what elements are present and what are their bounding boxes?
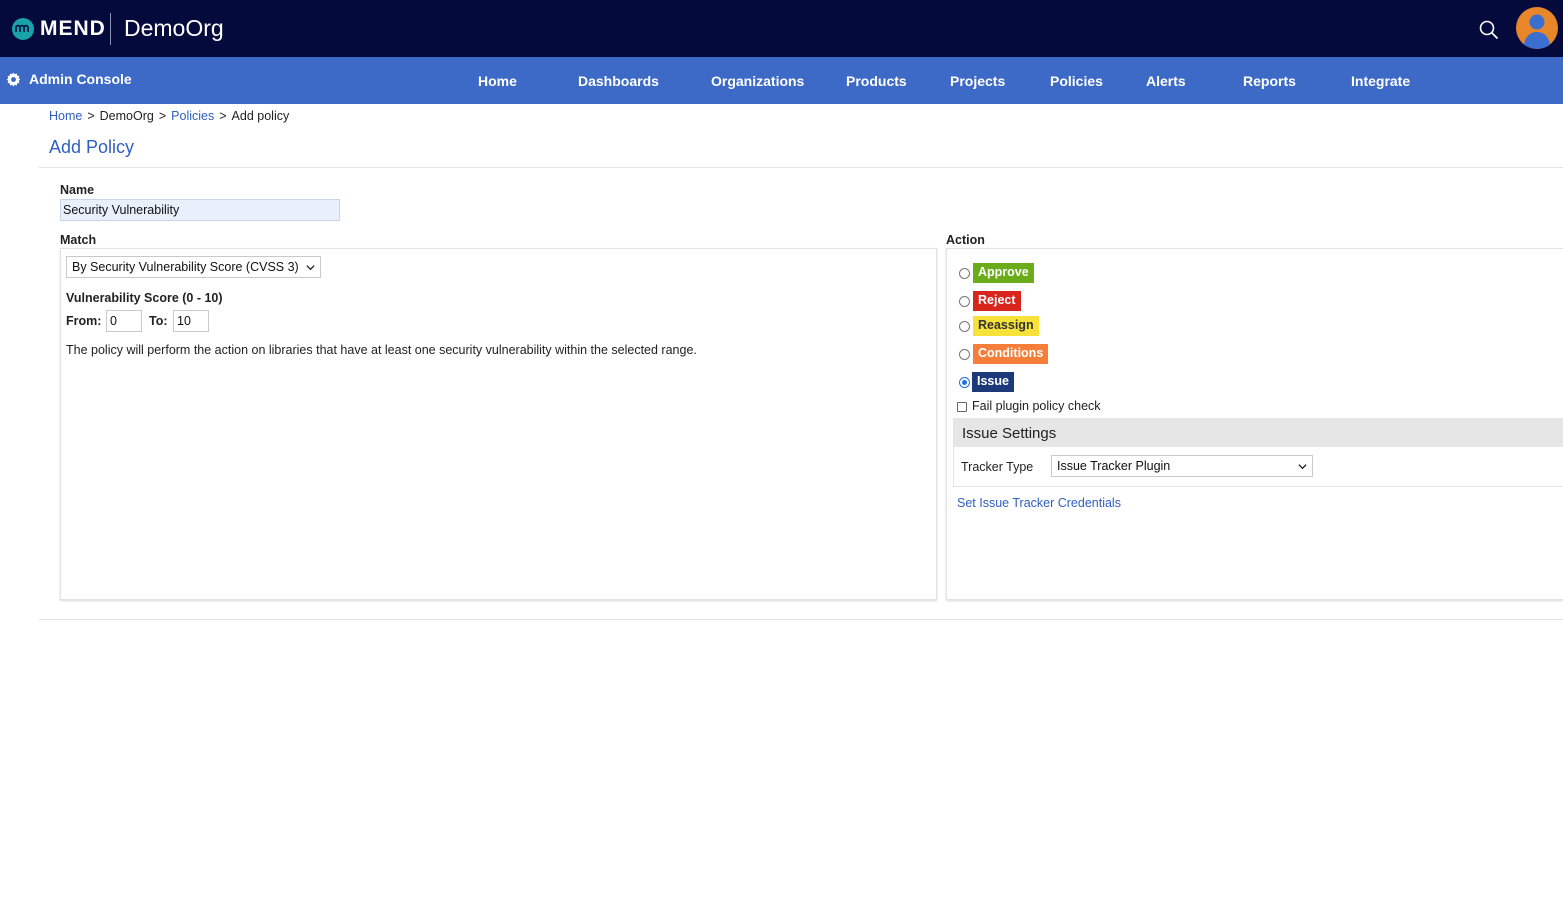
nav-integrate[interactable]: Integrate: [1351, 73, 1410, 89]
nav-reports[interactable]: Reports: [1243, 73, 1296, 89]
issue-settings-title: Issue Settings: [962, 425, 1056, 442]
logo-text: MEND: [40, 17, 106, 41]
reassign-radio[interactable]: [959, 321, 970, 332]
breadcrumb-org: DemoOrg: [100, 109, 154, 123]
org-name[interactable]: DemoOrg: [124, 15, 224, 42]
name-label: Name: [60, 183, 94, 197]
nav-projects[interactable]: Projects: [950, 73, 1005, 89]
tracker-type-select[interactable]: Issue Tracker Plugin: [1051, 455, 1313, 477]
admin-console-link[interactable]: Admin Console: [6, 71, 132, 87]
match-type-select[interactable]: By Security Vulnerability Score (CVSS 3): [66, 256, 321, 278]
search-icon[interactable]: [1479, 20, 1499, 40]
conditions-badge[interactable]: Conditions: [973, 344, 1048, 364]
breadcrumb-policies[interactable]: Policies: [171, 109, 214, 123]
chevron-down-icon: [1298, 462, 1307, 471]
action-label: Action: [946, 233, 985, 247]
page-title: Add Policy: [49, 137, 134, 158]
user-avatar[interactable]: [1516, 7, 1558, 49]
nav-dashboards[interactable]: Dashboards: [578, 73, 659, 89]
divider: [39, 167, 1563, 168]
nav-organizations[interactable]: Organizations: [711, 73, 804, 89]
to-label: To:: [149, 314, 168, 328]
nav-home[interactable]: Home: [478, 73, 517, 89]
mend-logo-icon: [12, 18, 34, 40]
admin-console-label: Admin Console: [29, 71, 132, 87]
tracker-type-label: Tracker Type: [961, 460, 1033, 474]
match-type-value: By Security Vulnerability Score (CVSS 3): [72, 260, 299, 274]
reject-radio[interactable]: [959, 296, 970, 307]
mend-logo[interactable]: MEND: [12, 17, 106, 41]
gear-icon: [6, 72, 21, 87]
nav-policies[interactable]: Policies: [1050, 73, 1103, 89]
breadcrumb: Home > DemoOrg > Policies > Add policy: [49, 109, 289, 123]
issue-settings-header: Issue Settings: [954, 418, 1563, 447]
top-bar: MEND DemoOrg: [0, 0, 1563, 57]
approve-badge[interactable]: Approve: [973, 263, 1034, 283]
name-input[interactable]: Security Vulnerability: [60, 199, 340, 221]
issue-badge[interactable]: Issue: [972, 372, 1014, 392]
reassign-badge[interactable]: Reassign: [973, 316, 1039, 336]
reject-badge[interactable]: Reject: [973, 291, 1021, 311]
nav-alerts[interactable]: Alerts: [1146, 73, 1186, 89]
breadcrumb-separator: >: [219, 109, 226, 123]
divider: [39, 619, 1563, 620]
logo-divider: [110, 13, 111, 45]
fail-plugin-label[interactable]: Fail plugin policy check: [972, 399, 1101, 413]
tracker-type-value: Issue Tracker Plugin: [1057, 459, 1170, 473]
from-label: From:: [66, 314, 101, 328]
fail-plugin-checkbox[interactable]: [957, 402, 967, 412]
match-description: The policy will perform the action on li…: [66, 343, 697, 357]
to-input[interactable]: 10: [173, 310, 209, 332]
breadcrumb-current: Add policy: [232, 109, 290, 123]
set-credentials-link[interactable]: Set Issue Tracker Credentials: [957, 496, 1121, 510]
breadcrumb-home[interactable]: Home: [49, 109, 82, 123]
main-nav: Admin Console Home Dashboards Organizati…: [0, 57, 1563, 104]
from-input[interactable]: 0: [106, 310, 142, 332]
vulnerability-score-label: Vulnerability Score (0 - 10): [66, 291, 223, 305]
nav-products[interactable]: Products: [846, 73, 907, 89]
breadcrumb-separator: >: [87, 109, 94, 123]
breadcrumb-separator: >: [159, 109, 166, 123]
conditions-radio[interactable]: [959, 349, 970, 360]
chevron-down-icon: [306, 263, 315, 272]
approve-radio[interactable]: [959, 268, 970, 279]
match-label: Match: [60, 233, 96, 247]
issue-radio[interactable]: [959, 377, 970, 388]
